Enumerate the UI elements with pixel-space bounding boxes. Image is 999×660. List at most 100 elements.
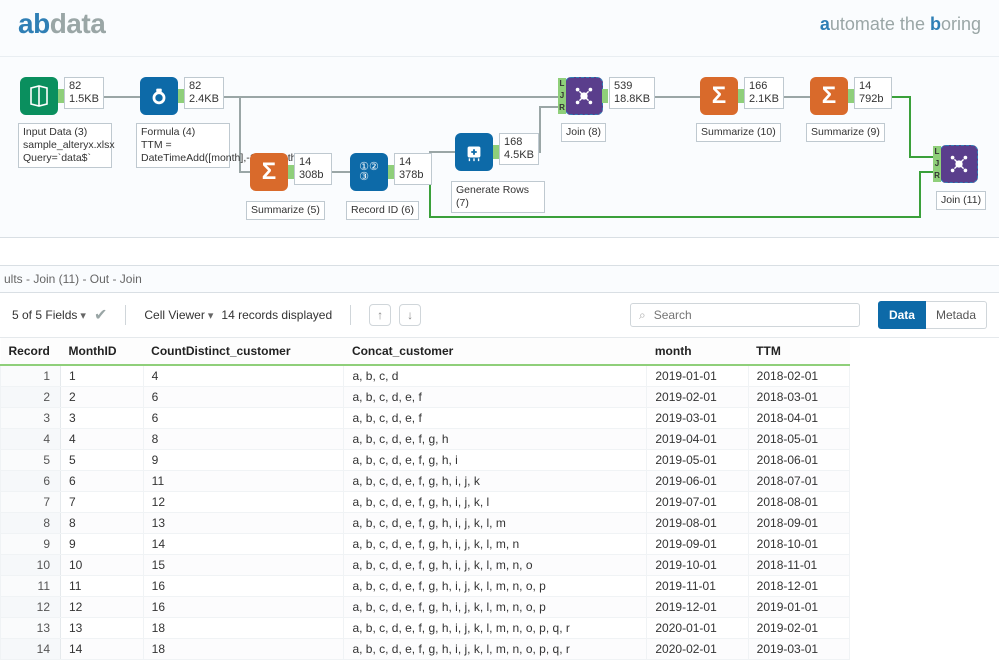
node-summarize-10[interactable]: Σ 166 2.1KB — [700, 77, 784, 115]
table-cell[interactable]: 2019-03-01 — [748, 639, 849, 660]
table-cell[interactable]: 1 — [61, 365, 144, 387]
table-cell[interactable]: 14 — [143, 534, 344, 555]
table-cell[interactable]: 2019-07-01 — [647, 492, 748, 513]
table-cell[interactable]: 7 — [1, 492, 61, 513]
fields-dropdown[interactable]: 5 of 5 Fields — [12, 308, 86, 322]
table-cell[interactable]: a, b, c, d, e, f, g, h, i, j, k, l, m, n… — [344, 597, 647, 618]
search-input[interactable] — [652, 307, 851, 323]
table-cell[interactable]: 9 — [1, 534, 61, 555]
table-row[interactable]: 9914a, b, c, d, e, f, g, h, i, j, k, l, … — [1, 534, 850, 555]
table-cell[interactable]: 8 — [61, 513, 144, 534]
table-row[interactable]: 226a, b, c, d, e, f2019-02-012018-03-01 — [1, 387, 850, 408]
table-cell[interactable]: 10 — [1, 555, 61, 576]
table-cell[interactable]: 2018-10-01 — [748, 534, 849, 555]
table-cell[interactable]: 2019-08-01 — [647, 513, 748, 534]
table-cell[interactable]: 2 — [1, 387, 61, 408]
table-cell[interactable]: 2018-03-01 — [748, 387, 849, 408]
table-cell[interactable]: a, b, c, d, e, f, g, h, i, j, k, l, m — [344, 513, 647, 534]
table-cell[interactable]: 9 — [143, 450, 344, 471]
table-cell[interactable]: 7 — [61, 492, 144, 513]
table-cell[interactable]: 6 — [143, 408, 344, 429]
node-generate-rows[interactable]: 168 4.5KB — [455, 133, 539, 171]
table-row[interactable]: 101015a, b, c, d, e, f, g, h, i, j, k, l… — [1, 555, 850, 576]
table-cell[interactable]: 2019-01-01 — [748, 597, 849, 618]
table-cell[interactable]: 18 — [143, 639, 344, 660]
table-cell[interactable]: 8 — [143, 429, 344, 450]
table-cell[interactable]: 2019-12-01 — [647, 597, 748, 618]
table-row[interactable]: 121216a, b, c, d, e, f, g, h, i, j, k, l… — [1, 597, 850, 618]
node-input-data[interactable]: 82 1.5KB — [20, 77, 104, 115]
node-summarize-5[interactable]: Σ 14 308b — [250, 153, 332, 191]
column-header[interactable]: month — [647, 338, 748, 365]
table-cell[interactable]: 2018-06-01 — [748, 450, 849, 471]
table-cell[interactable]: 2019-04-01 — [647, 429, 748, 450]
table-cell[interactable]: 11 — [143, 471, 344, 492]
table-cell[interactable]: a, b, c, d, e, f — [344, 408, 647, 429]
table-cell[interactable]: 6 — [61, 471, 144, 492]
table-cell[interactable]: 10 — [61, 555, 144, 576]
table-cell[interactable]: 2018-09-01 — [748, 513, 849, 534]
table-cell[interactable]: 9 — [61, 534, 144, 555]
table-cell[interactable]: a, b, c, d, e, f, g, h, i, j, k, l, m, n… — [344, 618, 647, 639]
table-row[interactable]: 7712a, b, c, d, e, f, g, h, i, j, k, l20… — [1, 492, 850, 513]
table-cell[interactable]: a, b, c, d, e, f, g, h — [344, 429, 647, 450]
table-cell[interactable]: 2019-11-01 — [647, 576, 748, 597]
table-cell[interactable]: 13 — [61, 618, 144, 639]
table-cell[interactable]: 4 — [143, 365, 344, 387]
table-cell[interactable]: 3 — [1, 408, 61, 429]
table-cell[interactable]: a, b, c, d, e, f — [344, 387, 647, 408]
table-row[interactable]: 114a, b, c, d2019-01-012018-02-01 — [1, 365, 850, 387]
table-cell[interactable]: a, b, c, d — [344, 365, 647, 387]
results-table[interactable]: RecordMonthIDCountDistinct_customerConca… — [0, 338, 850, 660]
table-cell[interactable]: a, b, c, d, e, f, g, h, i, j, k, l — [344, 492, 647, 513]
column-header[interactable]: CountDistinct_customer — [143, 338, 344, 365]
column-header[interactable]: Concat_customer — [344, 338, 647, 365]
table-cell[interactable]: 2018-11-01 — [748, 555, 849, 576]
arrow-up-button[interactable]: ↑ — [369, 304, 391, 326]
table-cell[interactable]: 2019-09-01 — [647, 534, 748, 555]
table-cell[interactable]: 14 — [61, 639, 144, 660]
table-cell[interactable]: 3 — [61, 408, 144, 429]
column-header[interactable]: Record — [1, 338, 61, 365]
table-cell[interactable]: 16 — [143, 576, 344, 597]
table-cell[interactable]: 11 — [1, 576, 61, 597]
table-row[interactable]: 448a, b, c, d, e, f, g, h2019-04-012018-… — [1, 429, 850, 450]
node-join-8[interactable]: LJR 539 18.8KB — [565, 77, 655, 115]
table-cell[interactable]: a, b, c, d, e, f, g, h, i, j, k, l, m, n… — [344, 639, 647, 660]
column-header[interactable]: TTM — [748, 338, 849, 365]
table-cell[interactable]: 12 — [1, 597, 61, 618]
table-cell[interactable]: 6 — [1, 471, 61, 492]
table-cell[interactable]: a, b, c, d, e, f, g, h, i, j, k — [344, 471, 647, 492]
table-row[interactable]: 111116a, b, c, d, e, f, g, h, i, j, k, l… — [1, 576, 850, 597]
table-cell[interactable]: 2019-03-01 — [647, 408, 748, 429]
table-cell[interactable]: 2018-07-01 — [748, 471, 849, 492]
table-cell[interactable]: 2018-04-01 — [748, 408, 849, 429]
table-cell[interactable]: a, b, c, d, e, f, g, h, i, j, k, l, m, n — [344, 534, 647, 555]
table-cell[interactable]: 13 — [143, 513, 344, 534]
table-cell[interactable]: 4 — [1, 429, 61, 450]
table-cell[interactable]: a, b, c, d, e, f, g, h, i, j, k, l, m, n… — [344, 555, 647, 576]
table-cell[interactable]: 6 — [143, 387, 344, 408]
table-cell[interactable]: 14 — [1, 639, 61, 660]
workflow-canvas[interactable]: 82 1.5KB Input Data (3) sample_alteryx.x… — [0, 57, 999, 237]
table-cell[interactable]: 2019-10-01 — [647, 555, 748, 576]
table-cell[interactable]: 2019-01-01 — [647, 365, 748, 387]
table-cell[interactable]: 2018-12-01 — [748, 576, 849, 597]
table-cell[interactable]: 12 — [61, 597, 144, 618]
arrow-down-button[interactable]: ↓ — [399, 304, 421, 326]
table-row[interactable]: 559a, b, c, d, e, f, g, h, i2019-05-0120… — [1, 450, 850, 471]
cell-viewer-dropdown[interactable]: Cell Viewer — [144, 308, 213, 322]
tab-data[interactable]: Data — [878, 301, 926, 329]
search-box[interactable]: ⌕ — [630, 303, 860, 327]
table-cell[interactable]: 1 — [1, 365, 61, 387]
table-cell[interactable]: 2018-08-01 — [748, 492, 849, 513]
node-join-11[interactable]: LJR — [940, 145, 978, 183]
table-row[interactable]: 141418a, b, c, d, e, f, g, h, i, j, k, l… — [1, 639, 850, 660]
table-cell[interactable]: 2018-05-01 — [748, 429, 849, 450]
table-row[interactable]: 336a, b, c, d, e, f2019-03-012018-04-01 — [1, 408, 850, 429]
table-cell[interactable]: a, b, c, d, e, f, g, h, i, j, k, l, m, n… — [344, 576, 647, 597]
node-summarize-9[interactable]: Σ 14 792b — [810, 77, 892, 115]
table-cell[interactable]: 5 — [61, 450, 144, 471]
node-formula[interactable]: 82 2.4KB — [140, 77, 224, 115]
table-cell[interactable]: 2020-01-01 — [647, 618, 748, 639]
